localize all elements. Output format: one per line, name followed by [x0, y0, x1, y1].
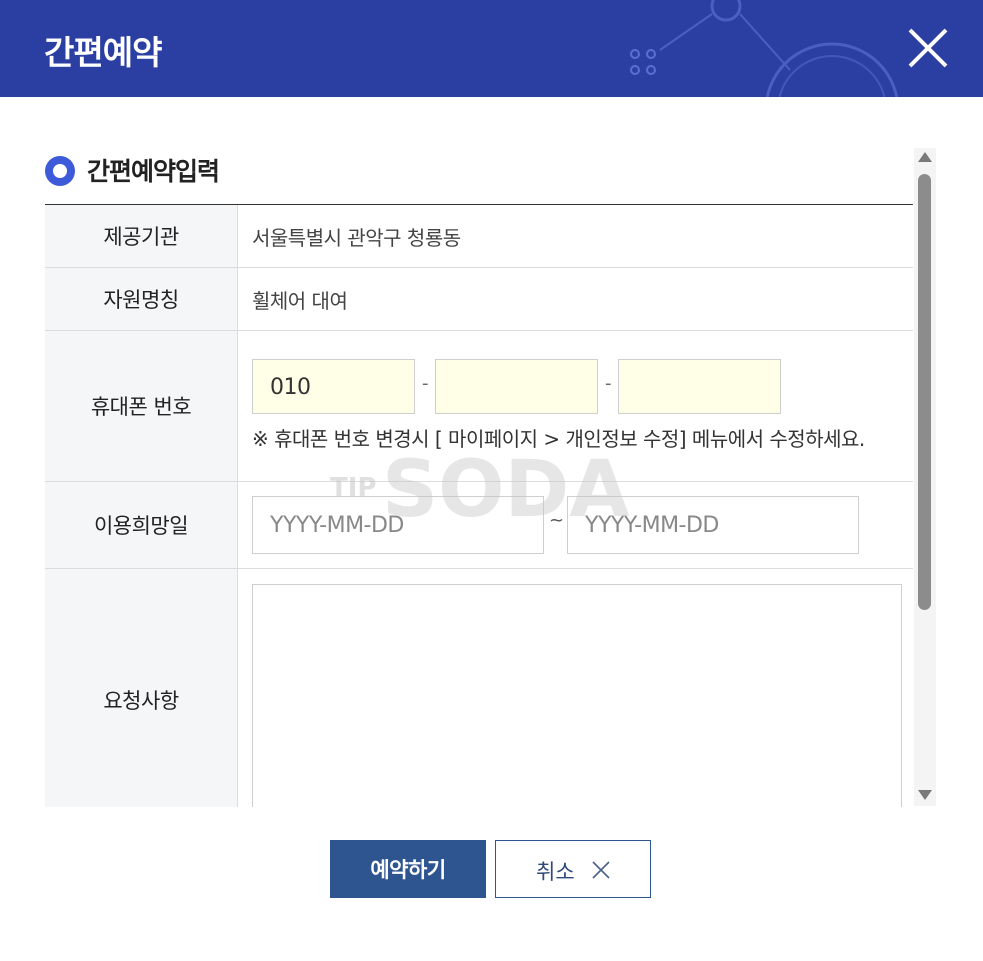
close-icon[interactable] [904, 24, 952, 72]
modal-header: 간편예약 [0, 0, 983, 97]
table-row-provider: 제공기관 서울특별시 관악구 청룡동 [45, 205, 913, 268]
resource-label: 자원명칭 [45, 267, 238, 331]
reserve-button[interactable]: 예약하기 [330, 840, 486, 898]
table-row-date: 이용희망일 YYYY-MM-DD ~ YYYY-MM-DD [45, 481, 913, 569]
resource-value: 휠체어 대여 [237, 267, 913, 331]
scrollbar-thumb[interactable] [918, 174, 931, 610]
section-title: 간편예약입력 [87, 157, 220, 186]
phone-field-3[interactable] [618, 359, 781, 414]
date-separator: ~ [549, 510, 564, 531]
date-label: 이용희망일 [45, 481, 238, 569]
request-label: 요청사항 [45, 568, 238, 807]
cancel-label: 취소 [536, 860, 575, 884]
modal-title: 간편예약 [44, 33, 162, 72]
phone-inputs: 010 - - [252, 359, 912, 417]
close-x-icon [592, 861, 610, 879]
request-textarea[interactable] [252, 584, 902, 807]
table-row-phone: 휴대폰 번호 010 - - ※ 휴대폰 번호 변경시 [ 마이페이지 > 개인… [45, 330, 913, 482]
scroll-up-arrow-icon[interactable] [918, 152, 932, 162]
phone-field-2[interactable] [435, 359, 598, 414]
table-row-request: 요청사항 [45, 568, 913, 807]
phone-change-note: ※ 휴대폰 번호 변경시 [ 마이페이지 > 개인정보 수정] 메뉴에서 수정하… [252, 427, 865, 451]
scroll-down-arrow-icon[interactable] [918, 790, 932, 800]
vertical-scrollbar[interactable] [914, 148, 936, 806]
date-end-field[interactable]: YYYY-MM-DD [567, 496, 859, 554]
date-range: YYYY-MM-DD ~ YYYY-MM-DD [252, 496, 912, 554]
cancel-button[interactable]: 취소 [495, 840, 651, 898]
provider-label: 제공기관 [45, 205, 238, 268]
form-scroll-area: 제공기관 서울특별시 관악구 청룡동 자원명칭 휠체어 대여 휴대폰 번호 01… [45, 204, 913, 807]
header-decoration [630, 0, 899, 97]
radio-bullet-icon [45, 156, 75, 186]
phone-label: 휴대폰 번호 [45, 330, 238, 482]
phone-dash-1: - [422, 373, 429, 394]
reservation-form-table: 제공기관 서울특별시 관악구 청룡동 자원명칭 휠체어 대여 휴대폰 번호 01… [45, 205, 913, 807]
phone-field-1[interactable]: 010 [252, 359, 415, 414]
phone-dash-2: - [605, 373, 612, 394]
table-row-resource: 자원명칭 휠체어 대여 [45, 267, 913, 331]
date-start-field[interactable]: YYYY-MM-DD [252, 496, 544, 554]
provider-value: 서울특별시 관악구 청룡동 [237, 205, 913, 268]
